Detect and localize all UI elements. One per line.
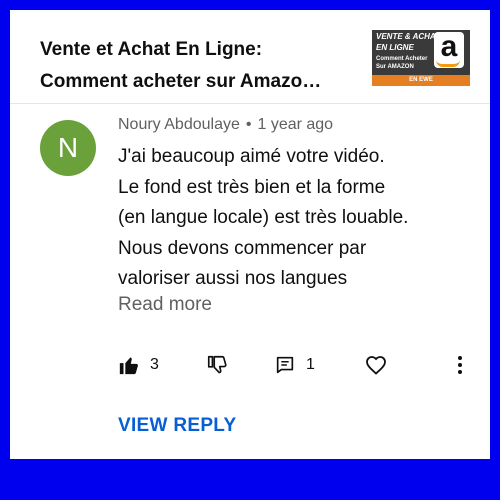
thumbs-down-icon [206,354,228,376]
thumbnail-strip: EN EWE [372,75,470,86]
thumbnail-text-3: Comment Acheter [376,56,428,62]
header-divider [10,103,490,104]
thumbnail-text-2: EN LIGNE [376,43,414,52]
author-name[interactable]: Noury Abdoulaye [118,116,240,133]
more-icon [456,354,464,376]
comment-line: (en langue locale) est très louable. [118,207,409,229]
heart-icon [364,353,388,377]
comment-actions: 3 1 [10,350,490,380]
thumbnail-text-4: Sur AMAZON [376,64,414,70]
thumbnail-text-1: VENTE & ACHAT [376,32,440,41]
video-title[interactable]: Vente et Achat En Ligne: Comment acheter… [40,34,360,98]
amazon-smile-icon [436,60,460,67]
video-title-line-1: Vente et Achat En Ligne: [40,39,263,60]
view-reply-button[interactable]: VIEW REPLY [118,415,236,437]
reply-icon [274,354,296,376]
like-count: 3 [150,356,159,373]
video-title-line-2: Comment acheter sur Amazo… [40,71,322,92]
comment-text: J'ai beaucoup aimé votre vidéo. Le fond … [118,142,468,295]
avatar[interactable]: N [40,120,96,176]
comment-card: Vente et Achat En Ligne: Comment acheter… [10,10,490,459]
comment-time[interactable]: 1 year ago [257,116,333,133]
video-header[interactable]: Vente et Achat En Ligne: Comment acheter… [40,30,480,102]
heart-button[interactable] [364,352,388,378]
comment-line: J'ai beaucoup aimé votre vidéo. [118,146,385,167]
comment-line: valoriser aussi nos langues [118,268,348,290]
reply-button[interactable]: 1 [274,352,315,378]
comment-meta: Noury Abdoulaye • 1 year ago [118,116,333,134]
comment-line: Nous devons commencer par [118,237,367,259]
video-thumbnail[interactable]: VENTE & ACHAT EN LIGNE Comment Acheter S… [372,30,470,86]
reply-count: 1 [306,356,315,373]
more-options-button[interactable] [456,352,464,378]
thumbs-up-icon [118,354,140,376]
read-more-link[interactable]: Read more [118,294,212,316]
like-button[interactable]: 3 [118,352,159,378]
comment-line: Le fond est très bien et la forme [118,176,386,198]
meta-separator: • [245,116,252,133]
dislike-button[interactable] [206,352,228,378]
